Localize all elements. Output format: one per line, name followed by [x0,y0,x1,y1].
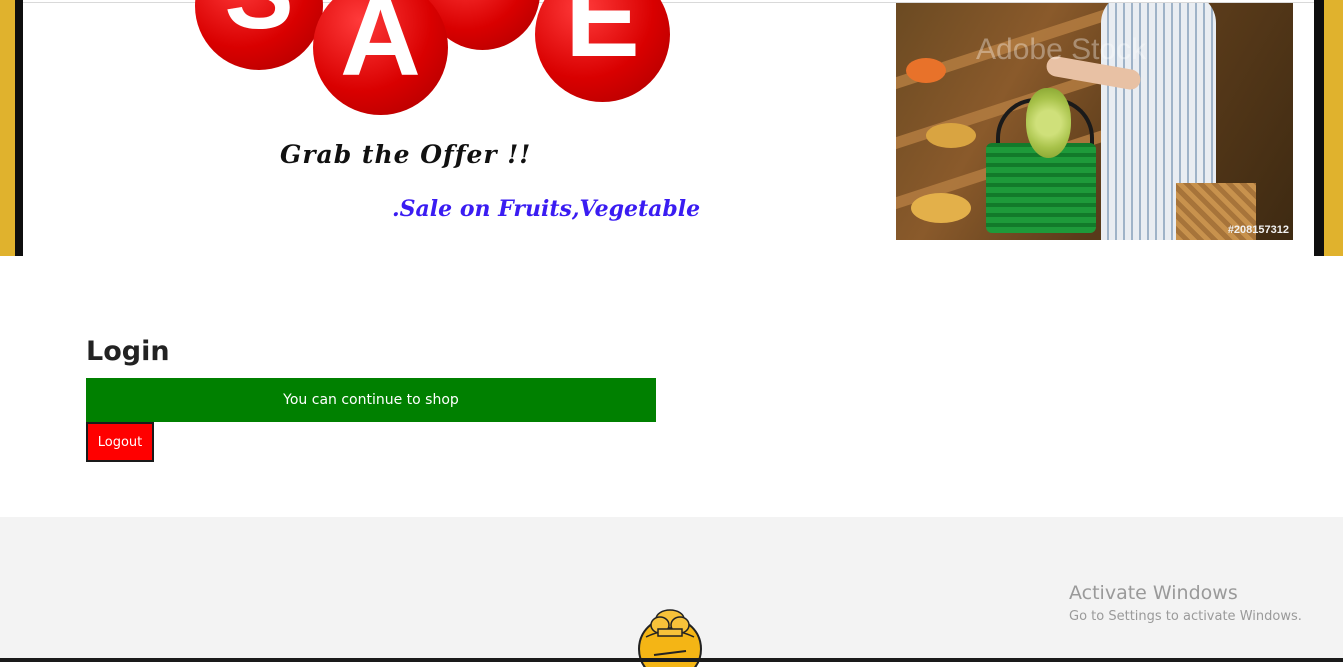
sale-letter: S [195,0,323,53]
success-alert: You can continue to shop [86,378,656,422]
banner-frame-right [1324,0,1343,256]
windows-watermark-subtitle: Go to Settings to activate Windows. [1069,609,1302,624]
windows-activation-watermark: Activate Windows Go to Settings to activ… [1069,582,1302,624]
sale-letter: E [565,0,640,80]
footer: Activate Windows Go to Settings to activ… [0,517,1343,667]
sale-letter-circle: E [535,0,670,102]
sale-letter-circle: S [195,0,323,70]
sale-letter-circle: A [313,0,448,115]
bottom-edge-bar [0,658,1343,662]
windows-watermark-title: Activate Windows [1069,582,1238,604]
stock-photo-id: #208157312 [1227,224,1289,236]
banner-subtagline: .Sale on Fruits,Vegetable [392,196,701,222]
grapes [1026,88,1071,158]
banner-frame-left-inner [15,0,23,256]
produce-shape [911,193,971,223]
sale-letter: A [340,0,421,99]
banner-frame-left [0,0,15,256]
produce-shape [906,58,946,83]
sale-banner: S L A E Grab the Offer !! .Sale on Fruit… [0,0,1343,256]
stock-watermark: Adobe Stock [976,33,1147,66]
banner-grocery-photo: Adobe Stock #208157312 [896,3,1293,240]
login-heading: Login [86,336,170,367]
logout-button[interactable]: Logout [86,422,154,462]
produce-shape [926,123,976,148]
banner-frame-right-inner [1314,0,1324,256]
banner-tagline: Grab the Offer !! [280,140,532,169]
